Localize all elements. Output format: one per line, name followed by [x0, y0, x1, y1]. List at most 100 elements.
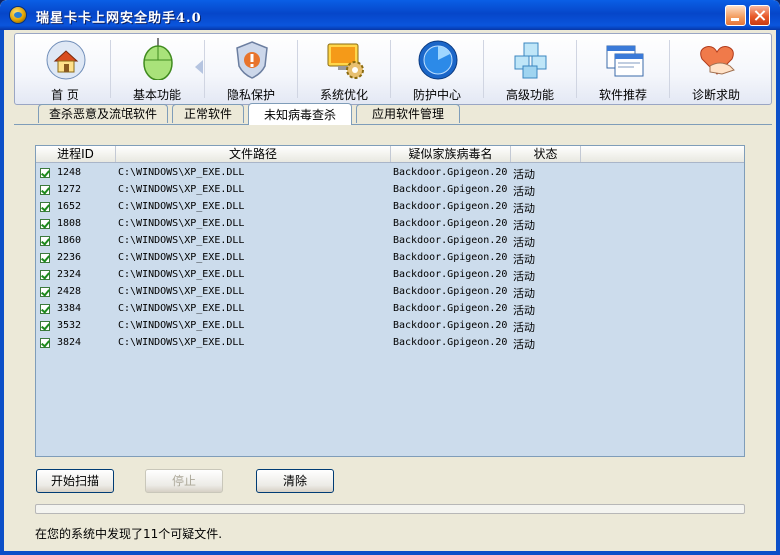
- rising-logo-icon: [10, 7, 26, 23]
- main-toolbar: 首 页 基本功能 隐私保护 系统优化 防护中心 高级功能 软件推荐 诊断求助: [14, 33, 772, 105]
- toolbar-label: 防护中心: [412, 88, 461, 102]
- pid-cell: 1248: [57, 167, 82, 178]
- virus-cell: Backdoor.Gpigeon.20(: [393, 201, 509, 212]
- row-checkbox[interactable]: [40, 253, 50, 263]
- table-row[interactable]: 3824 C:\WINDOWS\XP_EXE.DLL Backdoor.Gpigeo…: [36, 335, 744, 352]
- virus-cell: Backdoor.Gpigeon.20(: [393, 286, 509, 297]
- toolbar-label: 隐私保护: [226, 88, 275, 102]
- row-checkbox[interactable]: [40, 202, 50, 212]
- pid-cell: 3384: [57, 303, 82, 314]
- status-cell: 活动: [513, 219, 535, 232]
- table-row[interactable]: 2428 C:\WINDOWS\XP_EXE.DLL Backdoor.Gpigeo…: [36, 284, 744, 301]
- clear-button[interactable]: 清除: [256, 469, 334, 493]
- path-cell: C:\WINDOWS\XP_EXE.DLL: [118, 218, 245, 229]
- pid-cell: 2428: [57, 286, 82, 297]
- toolbar-advanced[interactable]: 高级功能: [484, 34, 576, 104]
- cubes-icon: [514, 42, 547, 79]
- virus-cell: Backdoor.Gpigeon.20(: [393, 269, 509, 280]
- path-cell: C:\WINDOWS\XP_EXE.DLL: [118, 184, 245, 195]
- virus-cell: Backdoor.Gpigeon.20(: [393, 184, 509, 195]
- virus-cell: Backdoor.Gpigeon.20(: [393, 337, 509, 348]
- toolbar-privacy[interactable]: 隐私保护: [205, 34, 297, 104]
- row-checkbox[interactable]: [40, 185, 50, 195]
- title-bar[interactable]: 瑞星卡卡上网安全助手4.0: [0, 0, 780, 30]
- status-cell: 活动: [513, 304, 535, 317]
- row-checkbox[interactable]: [40, 338, 50, 348]
- tab-normal-software[interactable]: 正常软件: [172, 104, 244, 123]
- minimize-button[interactable]: [725, 5, 746, 26]
- column-status[interactable]: 状态: [511, 146, 581, 162]
- table-row[interactable]: 1860 C:\WINDOWS\XP_EXE.DLL Backdoor.Gpigeo…: [36, 233, 744, 250]
- app-window: 瑞星卡卡上网安全助手4.0 首 页 基本功能 隐私保护 系统优化 防护中心 高级…: [0, 0, 780, 555]
- column-pid[interactable]: 进程ID: [36, 146, 116, 162]
- toolbar-optimize[interactable]: 系统优化: [298, 34, 390, 104]
- pid-cell: 2324: [57, 269, 82, 280]
- toolbar-label: 首 页: [51, 88, 79, 102]
- toolbar-label: 基本功能: [132, 88, 181, 102]
- column-virus-name[interactable]: 疑似家族病毒名: [391, 146, 511, 162]
- pid-cell: 3824: [57, 337, 82, 348]
- path-cell: C:\WINDOWS\XP_EXE.DLL: [118, 269, 245, 280]
- path-cell: C:\WINDOWS\XP_EXE.DLL: [118, 320, 245, 331]
- row-checkbox[interactable]: [40, 270, 50, 280]
- table-row[interactable]: 1272 C:\WINDOWS\XP_EXE.DLL Backdoor.Gpigeo…: [36, 182, 744, 199]
- process-list[interactable]: 进程ID 文件路径 疑似家族病毒名 状态 1248 C:\WINDOWS\XP_E…: [35, 145, 745, 457]
- row-checkbox[interactable]: [40, 219, 50, 229]
- toolbar-protect[interactable]: 防护中心: [391, 34, 483, 104]
- virus-cell: Backdoor.Gpigeon.20(: [393, 235, 509, 246]
- stop-button[interactable]: 停止: [145, 469, 223, 493]
- table-row[interactable]: 2324 C:\WINDOWS\XP_EXE.DLL Backdoor.Gpigeo…: [36, 267, 744, 284]
- row-checkbox[interactable]: [40, 287, 50, 297]
- status-cell: 活动: [513, 338, 535, 351]
- status-cell: 活动: [513, 168, 535, 181]
- toolbar-home[interactable]: 首 页: [19, 34, 111, 104]
- table-row[interactable]: 2236 C:\WINDOWS\XP_EXE.DLL Backdoor.Gpigeo…: [36, 250, 744, 267]
- path-cell: C:\WINDOWS\XP_EXE.DLL: [118, 201, 245, 212]
- toolbar-help[interactable]: 诊断求助: [670, 34, 762, 104]
- tab-unknown-virus[interactable]: 未知病毒查杀: [248, 103, 352, 125]
- path-cell: C:\WINDOWS\XP_EXE.DLL: [118, 235, 245, 246]
- toolbar-basic[interactable]: 基本功能: [111, 34, 203, 104]
- row-checkbox[interactable]: [40, 304, 50, 314]
- pid-cell: 1272: [57, 184, 82, 195]
- mouse-icon: [143, 38, 173, 80]
- table-row[interactable]: 1248 C:\WINDOWS\XP_EXE.DLL Backdoor.Gpigeo…: [36, 165, 744, 182]
- column-path[interactable]: 文件路径: [116, 146, 391, 162]
- table-row[interactable]: 1808 C:\WINDOWS\XP_EXE.DLL Backdoor.Gpigeo…: [36, 216, 744, 233]
- table-row[interactable]: 3384 C:\WINDOWS\XP_EXE.DLL Backdoor.Gpigeo…: [36, 301, 744, 318]
- status-cell: 活动: [513, 321, 535, 334]
- tab-malware[interactable]: 查杀恶意及流氓软件: [38, 104, 168, 123]
- virus-cell: Backdoor.Gpigeon.20(: [393, 252, 509, 263]
- pid-cell: 1808: [57, 218, 82, 229]
- virus-cell: Backdoor.Gpigeon.20(: [393, 303, 509, 314]
- toolbar-label: 软件推荐: [598, 88, 647, 102]
- toolbar-label: 高级功能: [505, 88, 554, 102]
- scan-progress-bar: [35, 504, 745, 514]
- row-checkbox[interactable]: [40, 236, 50, 246]
- row-checkbox[interactable]: [40, 321, 50, 331]
- windows-icon: [606, 45, 644, 77]
- row-checkbox[interactable]: [40, 168, 50, 178]
- shield-icon: [236, 41, 268, 79]
- toolbar-label: 诊断求助: [691, 88, 740, 102]
- table-row[interactable]: 3532 C:\WINDOWS\XP_EXE.DLL Backdoor.Gpigeo…: [36, 318, 744, 335]
- window-title: 瑞星卡卡上网安全助手4.0: [36, 11, 202, 26]
- heart-hand-icon: [700, 46, 735, 75]
- pid-cell: 1652: [57, 201, 82, 212]
- gear-monitor-icon: [327, 43, 364, 79]
- path-cell: C:\WINDOWS\XP_EXE.DLL: [118, 337, 245, 348]
- status-text: 在您的系统中发现了11个可疑文件.: [35, 527, 223, 541]
- status-cell: 活动: [513, 270, 535, 283]
- status-cell: 活动: [513, 236, 535, 249]
- toolbar-recommend[interactable]: 软件推荐: [577, 34, 669, 104]
- tab-app-management[interactable]: 应用软件管理: [356, 104, 460, 123]
- start-scan-button[interactable]: 开始扫描: [36, 469, 114, 493]
- list-header: 进程ID 文件路径 疑似家族病毒名 状态: [36, 146, 744, 163]
- table-row[interactable]: 1652 C:\WINDOWS\XP_EXE.DLL Backdoor.Gpigeo…: [36, 199, 744, 216]
- path-cell: C:\WINDOWS\XP_EXE.DLL: [118, 167, 245, 178]
- status-cell: 活动: [513, 202, 535, 215]
- close-button[interactable]: [749, 5, 770, 26]
- pid-cell: 3532: [57, 320, 82, 331]
- pid-cell: 1860: [57, 235, 82, 246]
- virus-cell: Backdoor.Gpigeon.20(: [393, 218, 509, 229]
